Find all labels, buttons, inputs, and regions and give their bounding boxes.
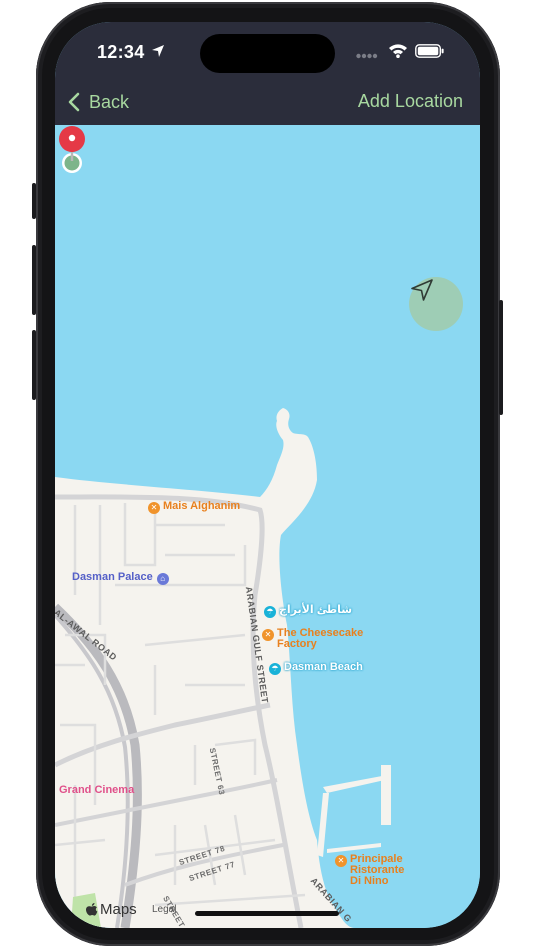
apple-maps-attribution[interactable]: Maps — [85, 901, 137, 918]
umbrella-icon: ☂ — [264, 606, 276, 618]
status-time: 12:34 — [97, 42, 145, 62]
legal-link[interactable]: Legal — [152, 904, 176, 915]
fork-knife-icon: ✕ — [335, 855, 347, 867]
current-location-button[interactable] — [409, 277, 463, 331]
volume-up-button — [32, 245, 36, 315]
poi-principale-ristorante[interactable]: ✕ Principale Ristorante Di Nino — [335, 854, 404, 887]
poi-label: The Cheesecake Factory — [277, 628, 363, 650]
poi-abraj-beach[interactable]: ☂ شاطئ الأبراج — [264, 605, 352, 618]
poi-cheesecake-factory[interactable]: ✕ The Cheesecake Factory — [262, 628, 363, 650]
dynamic-island — [200, 34, 335, 73]
add-location-button[interactable]: Add Location — [358, 91, 463, 112]
maps-attribution-label: Maps — [100, 901, 137, 918]
cellular-icon — [356, 53, 378, 59]
battery-icon — [415, 44, 444, 58]
navigation-bar: 12:34 Back Add Location — [55, 22, 480, 125]
poi-grand-cinema[interactable]: Grand Cinema — [59, 785, 134, 796]
screen: 12:34 Back Add Location ✕ Mais Alghanim … — [55, 22, 480, 928]
location-arrow-icon — [152, 45, 164, 57]
poi-label: Grand Cinema — [59, 784, 135, 796]
poi-dasman-palace[interactable]: ⌂ Dasman Palace — [72, 572, 169, 585]
poi-mais-alghanim[interactable]: ✕ Mais Alghanim — [148, 501, 240, 514]
apple-icon — [86, 903, 98, 916]
home-indicator[interactable] — [195, 911, 339, 916]
action-button — [32, 183, 36, 219]
poi-label: Principale Ristorante Di Nino — [350, 854, 404, 887]
location-arrow-outline-icon — [411, 279, 433, 301]
poi-label: Mais Alghanim — [163, 500, 241, 512]
poi-label-line: Di Nino — [350, 875, 389, 887]
umbrella-icon: ☂ — [269, 663, 281, 675]
fork-knife-icon: ✕ — [148, 502, 160, 514]
poi-label: شاطئ الأبراج — [279, 604, 353, 616]
map-pin-icon[interactable] — [55, 125, 89, 175]
fork-knife-icon: ✕ — [262, 629, 274, 641]
chevron-left-icon — [68, 92, 80, 112]
wifi-icon — [389, 44, 407, 58]
poi-label: Dasman Beach — [284, 661, 363, 673]
map-view[interactable]: ✕ Mais Alghanim ⌂ Dasman Palace ☂ شاطئ ا… — [55, 125, 480, 928]
back-label: Back — [89, 91, 130, 112]
poi-dasman-beach[interactable]: ☂ Dasman Beach — [269, 662, 363, 675]
volume-down-button — [32, 330, 36, 400]
palace-icon: ⌂ — [156, 573, 169, 585]
back-button[interactable]: Back — [65, 88, 129, 116]
map-canvas — [55, 125, 480, 928]
poi-label: Dasman Palace — [72, 571, 153, 583]
power-button — [499, 300, 503, 415]
poi-label-line: Factory — [277, 638, 317, 650]
